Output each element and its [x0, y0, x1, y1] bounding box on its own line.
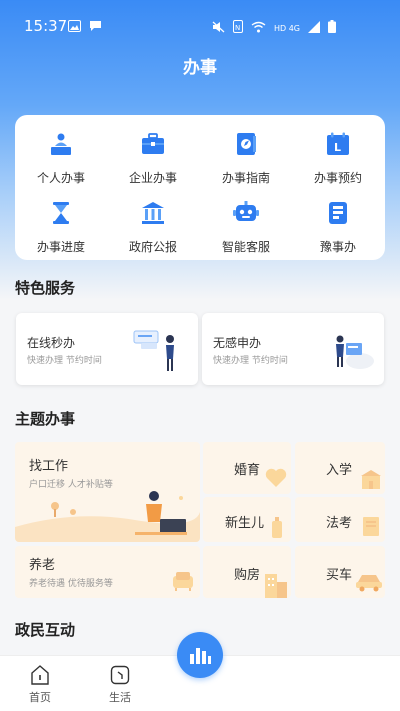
svg-text:N: N [235, 24, 240, 32]
theme-buy-house[interactable]: 购房 [203, 546, 291, 598]
car-icon [356, 575, 382, 592]
nfc-icon: N [232, 19, 243, 37]
briefcase-icon [140, 131, 166, 157]
service-gazette[interactable]: 政府公报 [107, 200, 199, 255]
online-illustration [133, 330, 174, 371]
bottle-icon [272, 517, 282, 538]
theme-law-exam[interactable]: 法考 [295, 497, 385, 542]
service-enterprise[interactable]: 企业办事 [107, 131, 199, 186]
heart-icon [265, 468, 287, 487]
sofa-icon [173, 572, 193, 591]
mute-icon [212, 19, 225, 37]
calendar-icon: L [325, 131, 351, 157]
person-desk-icon [48, 131, 74, 157]
service-personal[interactable]: 个人办事 [15, 131, 107, 186]
chart-bars-icon [190, 648, 211, 664]
signal-icon [308, 19, 320, 37]
service-appointment[interactable]: L 办事预约 [292, 131, 384, 186]
service-guide[interactable]: 办事指南 [200, 131, 292, 186]
message-notification-icon [89, 18, 102, 36]
theme-find-job[interactable]: 找工作 户口迁移 人才补贴等 [15, 442, 200, 542]
yushiban-icon [325, 200, 351, 226]
home-icon [31, 665, 49, 685]
wifi-icon [251, 19, 266, 37]
themes-section-title: 主题办事 [15, 410, 76, 428]
page-title: 办事 [183, 58, 217, 78]
building-icon [265, 574, 287, 598]
gallery-notification-icon [68, 18, 81, 36]
school-icon [361, 470, 381, 489]
service-progress[interactable]: 办事进度 [15, 200, 107, 255]
nav-life[interactable]: 生活 [95, 664, 145, 705]
battery-icon [328, 19, 336, 37]
featured-section-title: 特色服务 [15, 279, 76, 297]
status-bar: 15:37 N HD 4G [0, 0, 400, 50]
theme-buy-car[interactable]: 买车 [295, 546, 385, 598]
government-building-icon [140, 200, 166, 226]
theme-pension[interactable]: 养老 养老待遇 优待服务等 [15, 546, 200, 598]
featured-card-online[interactable]: 在线秒办 快速办理 节约时间 [16, 313, 198, 385]
network-type: HD 4G [273, 23, 300, 33]
featured-card-seamless[interactable]: 无感申办 快速办理 节约时间 [202, 313, 384, 385]
life-icon [110, 665, 130, 685]
status-time: 15:37 [24, 17, 68, 35]
interaction-section-title: 政民互动 [15, 621, 76, 639]
interaction-fab-button[interactable] [177, 632, 223, 678]
guide-book-icon [233, 131, 259, 157]
hourglass-icon [48, 200, 74, 226]
nav-home[interactable]: 首页 [15, 664, 65, 705]
service-yushiban[interactable]: 豫事办 [292, 200, 384, 255]
theme-newborn[interactable]: 新生儿 [203, 497, 291, 542]
theme-school[interactable]: 入学 [295, 442, 385, 494]
robot-icon [233, 200, 259, 226]
service-smart-support[interactable]: 智能客服 [200, 200, 292, 255]
theme-marriage[interactable]: 婚育 [203, 442, 291, 494]
seamless-illustration [336, 335, 374, 369]
law-book-icon [363, 517, 379, 536]
svg-text:L: L [334, 141, 341, 154]
job-illustration [15, 491, 200, 542]
services-card: 个人办事 企业办事 办事指南 L 办事预约 办事进度 政府公报 智能客服 豫事办 [15, 115, 385, 260]
